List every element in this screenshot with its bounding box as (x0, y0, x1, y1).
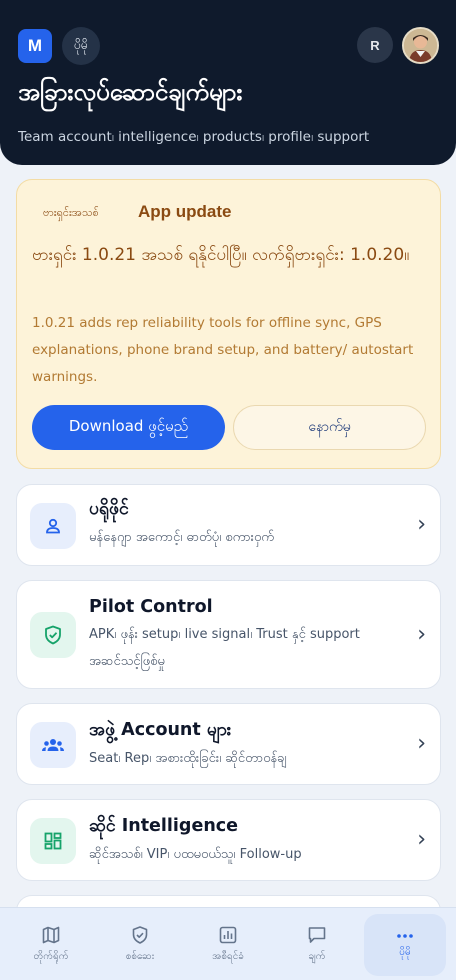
nav-label: အစီရင်ခံ (212, 951, 244, 962)
update-title: App update (138, 202, 232, 221)
later-button[interactable]: နောက်မှ (233, 405, 426, 450)
menu-description: Seat၊ Rep၊ အစားထိုးခြင်း၊ ဆိုင်တာဝန်ချ (89, 751, 287, 766)
app-logo[interactable]: M (18, 29, 52, 63)
nav-label: ပိုမို (399, 946, 411, 958)
nav-item-more[interactable]: ပိုမို (364, 914, 446, 976)
shield-icon (132, 926, 148, 944)
more-chip[interactable]: ပိုမို (62, 27, 100, 65)
menu-item-shop-intelligence[interactable]: ဆိုင် Intelligence ဆိုင်အသစ်၊ VIP၊ ပထမဝယ… (16, 799, 441, 881)
app-header: M ပိုမို R အခြားလုပ်ဆောင်ချက်များ Team a… (0, 0, 456, 165)
menu-description: မန်နေဂျာ အကောင့်၊ ဓာတ်ပုံ၊ စကားဝှက် (89, 530, 274, 545)
nav-item-check[interactable]: စစ်ဆေး (102, 908, 178, 980)
download-button[interactable]: Download ဖွင့်မည် (32, 405, 225, 450)
nav-label: တိုက်ရိုက် (33, 951, 69, 962)
profile-photo-avatar[interactable] (402, 27, 439, 64)
menu-item-team-accounts[interactable]: အဖွဲ့ Account များ Seat၊ Rep၊ အစားထိုးခြ… (16, 703, 441, 785)
chat-icon (308, 927, 326, 943)
user-initial-avatar[interactable]: R (357, 27, 393, 63)
update-description: 1.0.21 adds rep reliability tools for of… (32, 315, 414, 385)
menu-title: ဆိုင် Intelligence (89, 816, 239, 836)
new-version-badge: ဗားရှင်းအသစ် (43, 206, 99, 219)
menu-title: အဖွဲ့ Account များ (89, 720, 232, 740)
menu-item-profile[interactable]: ပရိုဖိုင် မန်နေဂျာ အကောင့်၊ ဓာတ်ပုံ၊ စကာ… (16, 484, 441, 566)
page-title: အခြားလုပ်ဆောင်ချက်များ (18, 78, 243, 106)
shield-check-icon (30, 612, 76, 658)
chevron-right-icon: › (417, 827, 426, 852)
nav-item-report[interactable]: အစီရင်ခံ (190, 908, 266, 980)
chevron-right-icon: › (417, 731, 426, 756)
map-icon (42, 926, 60, 944)
menu-description: APK၊ ဖုန်း setup၊ live signal၊ Trust နှင… (89, 627, 360, 669)
nav-label: စစ်ဆေး (125, 951, 155, 962)
user-icon (30, 503, 76, 549)
bottom-navigation: တိုက်ရိုက် စစ်ဆေး အစီရင်ခံ ချက် ပိုမို (0, 907, 456, 980)
menu-title: Pilot Control (89, 597, 213, 617)
chevron-right-icon: › (417, 512, 426, 537)
more-icon (397, 933, 413, 938)
group-icon (30, 722, 76, 768)
nav-item-live[interactable]: တိုက်ရိုက် (13, 908, 89, 980)
app-update-card: ဗားရှင်းအသစ် App update ဗားရှင်း 1.0.21 … (16, 179, 441, 469)
chevron-right-icon: › (417, 622, 426, 647)
report-icon (219, 926, 237, 944)
menu-item-pilot-control[interactable]: Pilot Control APK၊ ဖုန်း setup၊ live sig… (16, 580, 441, 689)
nav-label: ချက် (308, 951, 326, 962)
menu-title: ပရိုဖိုင် (89, 499, 129, 519)
page-subtitle: Team account၊ intelligence၊ products၊ pr… (18, 129, 370, 145)
update-headline: ဗားရှင်း 1.0.21 အသစ် ရနိုင်ပါပြီ။ လက်ရှိ… (32, 245, 410, 265)
dashboard-icon (30, 818, 76, 864)
nav-item-chat[interactable]: ချက် (279, 908, 355, 980)
menu-description: ဆိုင်အသစ်၊ VIP၊ ပထမဝယ်သူ၊ Follow-up (89, 847, 302, 862)
